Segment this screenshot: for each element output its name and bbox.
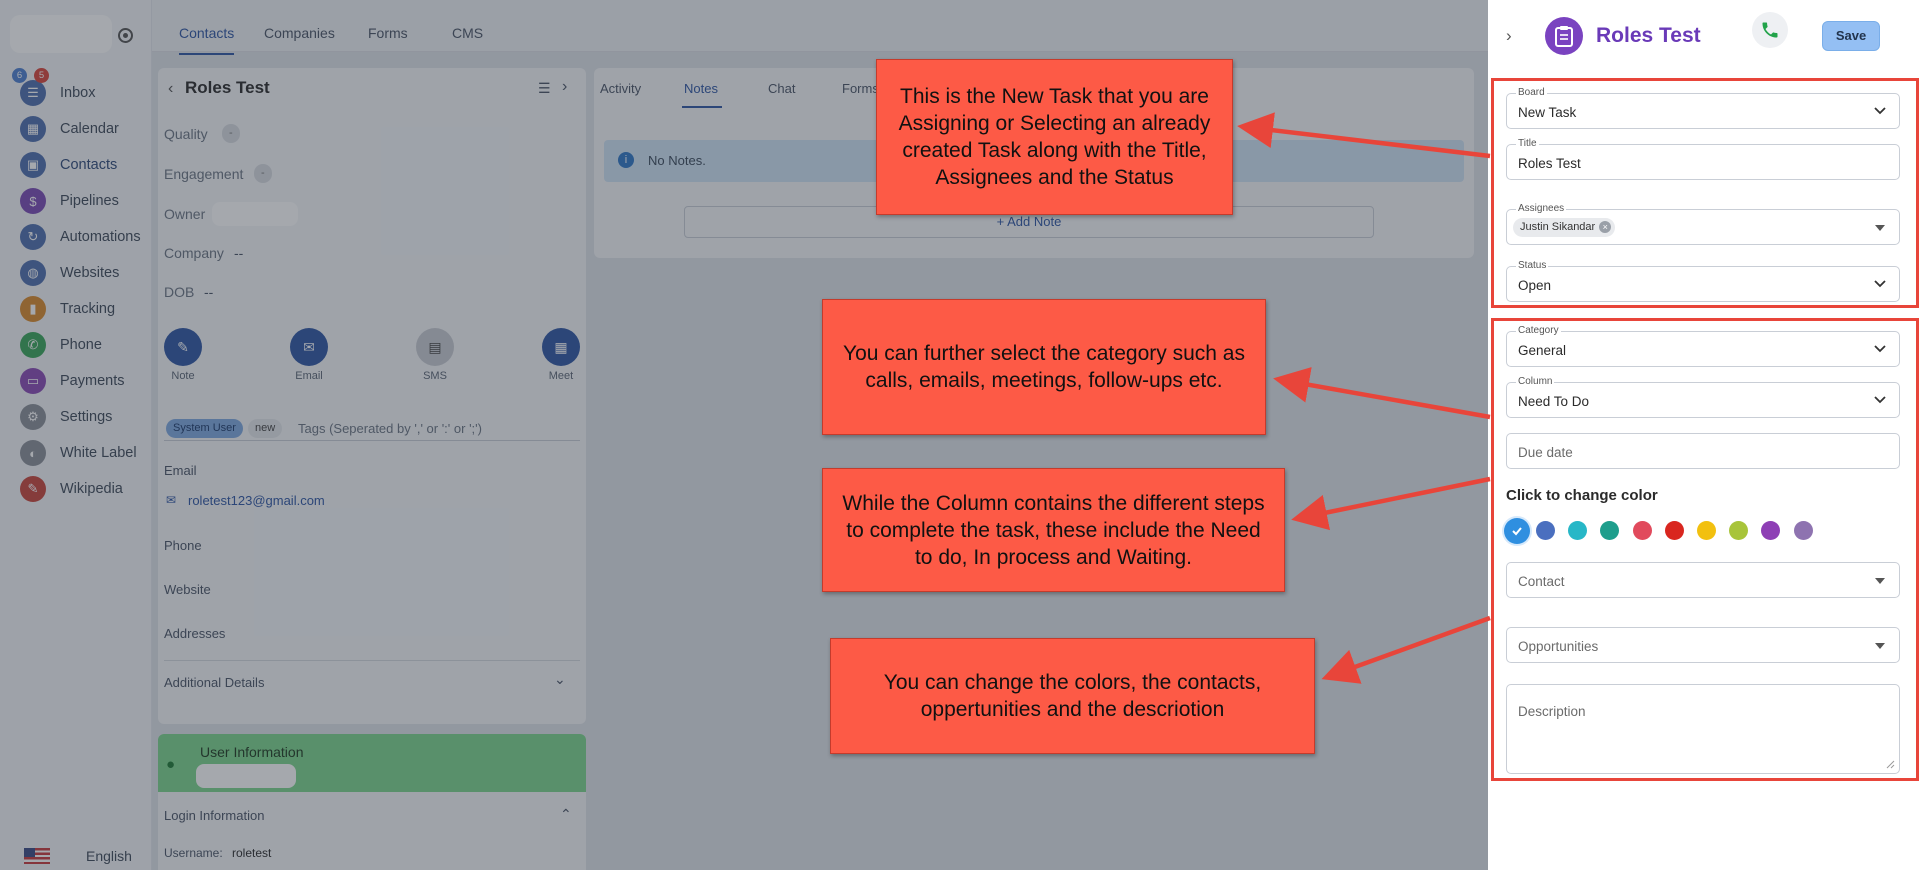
callout-new-task: This is the New Task that you are Assign… (876, 59, 1233, 215)
callout-category: You can further select the category such… (822, 299, 1266, 435)
highlight-box-bottom (1491, 318, 1919, 781)
task-drawer: › Roles Test Save Board New Task Title R… (1488, 0, 1920, 870)
callout-colors: You can change the colors, the contacts,… (830, 638, 1315, 754)
task-clipboard-icon (1545, 17, 1583, 55)
callout-column: While the Column contains the different … (822, 468, 1285, 592)
highlight-box-top (1491, 78, 1919, 308)
phone-icon[interactable] (1752, 12, 1788, 48)
save-button[interactable]: Save (1822, 21, 1880, 51)
drawer-title: Roles Test (1596, 24, 1701, 47)
collapse-chevron-icon[interactable]: › (1506, 26, 1512, 46)
